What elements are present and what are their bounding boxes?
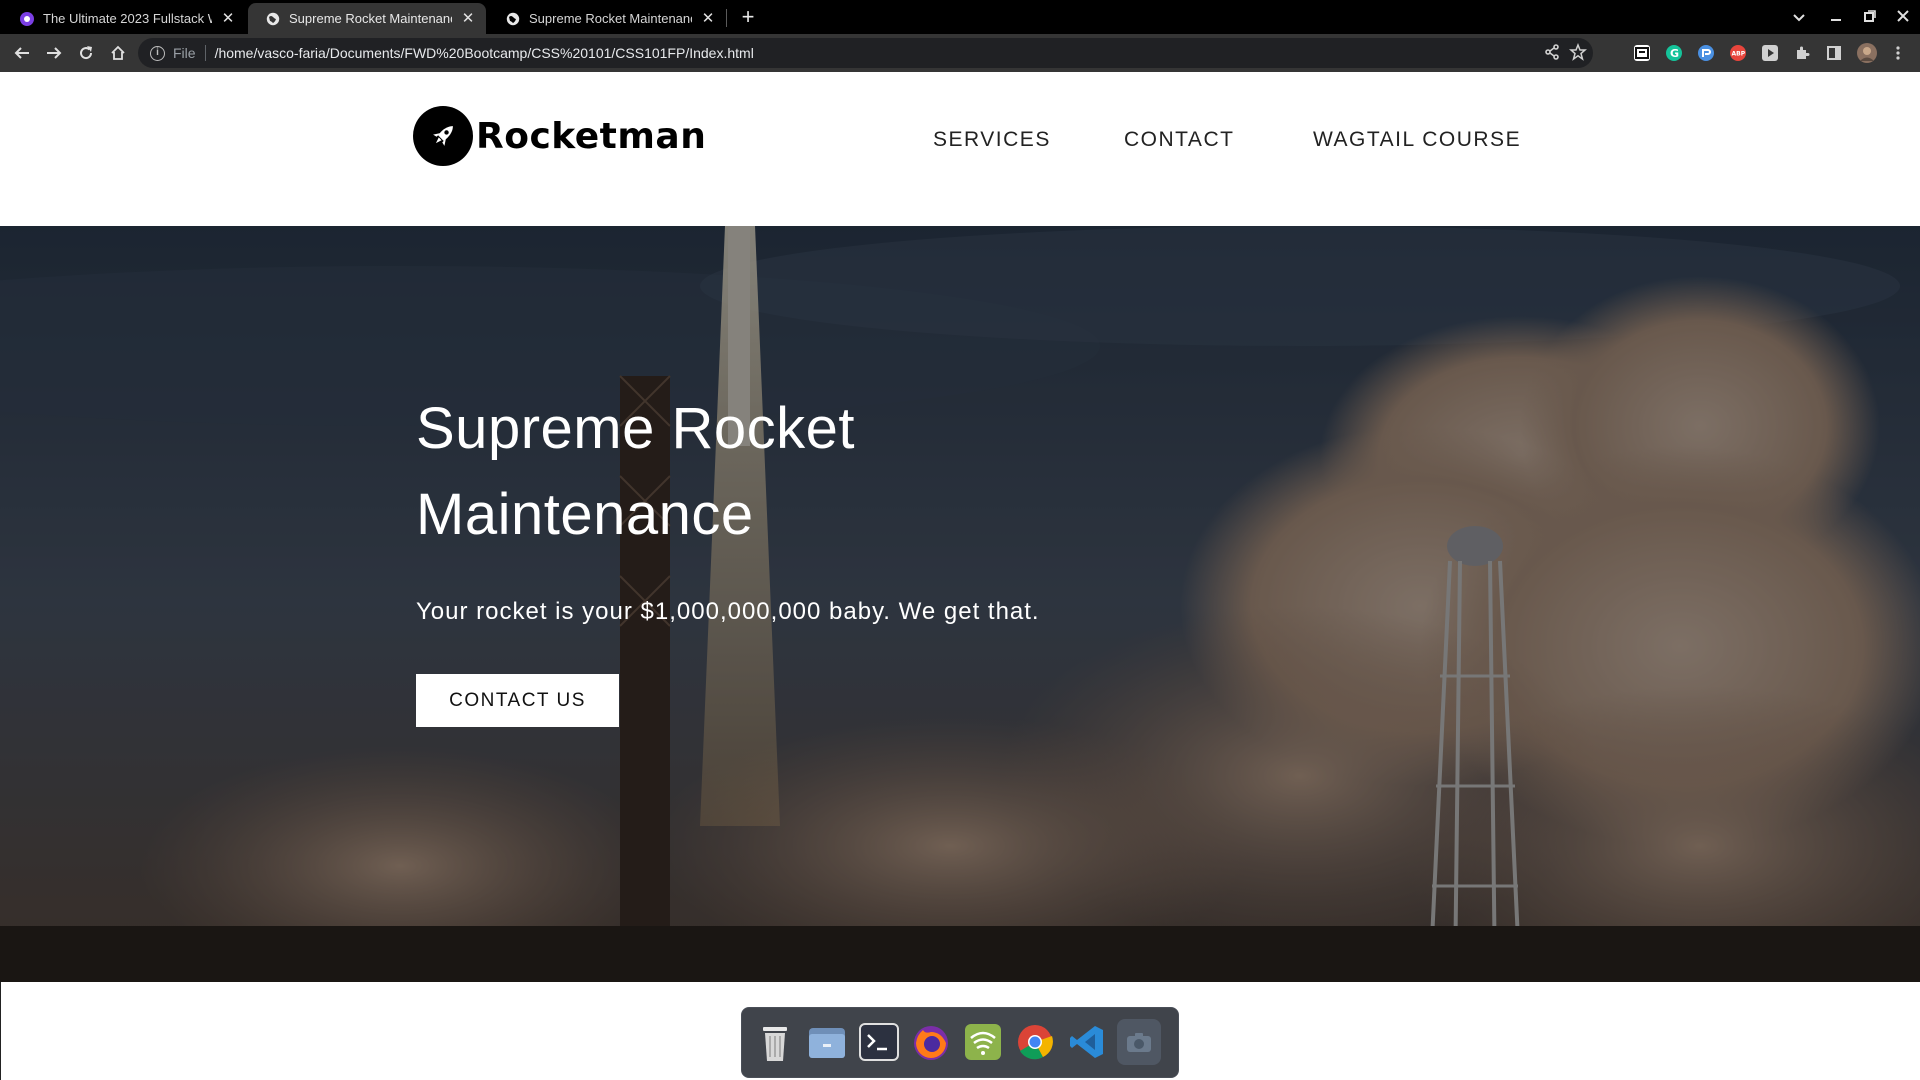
files-icon[interactable] <box>805 1019 849 1065</box>
globe-icon <box>506 12 520 26</box>
home-icon[interactable] <box>104 39 132 67</box>
trash-icon[interactable] <box>753 1019 797 1065</box>
share-icon[interactable] <box>1543 43 1561 66</box>
scheme-chip: File <box>173 45 196 61</box>
video-extension-icon[interactable] <box>1762 45 1778 61</box>
firefox-icon[interactable] <box>909 1019 953 1065</box>
extension-3-icon[interactable] <box>1698 45 1714 61</box>
info-icon[interactable]: i <box>150 45 165 61</box>
adblock-icon[interactable]: ABP <box>1730 45 1746 61</box>
reload-icon[interactable] <box>72 39 100 67</box>
purple-circle-icon <box>20 11 34 26</box>
hero-subtitle: Your rocket is your $1,000,000,000 baby.… <box>416 598 1040 625</box>
grammarly-icon[interactable]: G <box>1666 45 1682 61</box>
screenshot-icon[interactable] <box>1117 1019 1161 1065</box>
restore-icon[interactable] <box>1857 5 1883 29</box>
new-tab-plus-icon[interactable]: + <box>736 5 760 29</box>
tab-divider <box>726 9 727 27</box>
tab-search-chevron-icon[interactable] <box>1786 5 1812 29</box>
address-divider <box>204 45 206 61</box>
page-viewport: Rocketman SERVICES CONTACT WAGTAIL COURS… <box>0 72 1920 1080</box>
menu-kebab-icon[interactable] <box>1890 45 1906 61</box>
contact-us-button[interactable]: CONTACT US <box>416 674 619 727</box>
rocket-icon <box>413 106 473 166</box>
globe-icon <box>266 12 280 26</box>
side-panel-icon[interactable] <box>1826 45 1842 61</box>
browser-toolbar: i File /home/vasco-faria/Documents/FWD%2… <box>0 34 1920 72</box>
tab-title: Supreme Rocket Maintenance <box>529 11 692 26</box>
app-dock <box>741 1007 1179 1078</box>
hero-section: Supreme Rocket Maintenance Your rocket i… <box>0 226 1920 982</box>
vscode-icon[interactable] <box>1065 1019 1109 1065</box>
minimize-icon[interactable] <box>1823 5 1849 29</box>
network-icon[interactable] <box>961 1019 1005 1065</box>
site-logo[interactable]: Rocketman <box>413 106 706 166</box>
chrome-icon[interactable] <box>1013 1019 1057 1065</box>
nav-services[interactable]: SERVICES <box>933 128 1051 152</box>
browser-tab-bar: The Ultimate 2023 Fullstack W ✕ Supreme … <box>0 0 1920 34</box>
browser-tab-2[interactable]: Supreme Rocket Maintenance ✕ <box>248 3 486 34</box>
forward-icon[interactable] <box>40 39 68 67</box>
svg-text:G: G <box>1670 47 1679 60</box>
nav-contact[interactable]: CONTACT <box>1124 128 1234 152</box>
svg-text:ABP: ABP <box>1732 51 1746 58</box>
logo-text: Rocketman <box>476 115 707 157</box>
close-icon[interactable]: ✕ <box>220 10 236 27</box>
hero-title: Supreme Rocket Maintenance <box>416 396 855 547</box>
browser-tab-1[interactable]: The Ultimate 2023 Fullstack W ✕ <box>2 3 246 34</box>
back-icon[interactable] <box>8 39 36 67</box>
nav-wagtail-course[interactable]: WAGTAIL COURSE <box>1313 128 1521 152</box>
address-bar[interactable]: i File /home/vasco-faria/Documents/FWD%2… <box>138 38 1593 68</box>
browser-tab-3[interactable]: Supreme Rocket Maintenance ✕ <box>488 3 726 34</box>
tab-title: The Ultimate 2023 Fullstack W <box>43 11 212 26</box>
tab-title: Supreme Rocket Maintenance <box>289 11 452 26</box>
bookmark-star-icon[interactable] <box>1569 42 1587 66</box>
site-header: Rocketman SERVICES CONTACT WAGTAIL COURS… <box>0 72 1920 226</box>
url-text[interactable]: /home/vasco-faria/Documents/FWD%20Bootca… <box>215 45 754 61</box>
profile-avatar-icon[interactable] <box>1857 43 1877 63</box>
close-icon[interactable]: ✕ <box>460 10 476 27</box>
close-window-icon[interactable] <box>1890 5 1916 29</box>
extensions-icon[interactable] <box>1794 45 1810 61</box>
extension-1-icon[interactable] <box>1634 45 1650 61</box>
terminal-icon[interactable] <box>857 1019 901 1065</box>
close-icon[interactable]: ✕ <box>700 10 716 27</box>
